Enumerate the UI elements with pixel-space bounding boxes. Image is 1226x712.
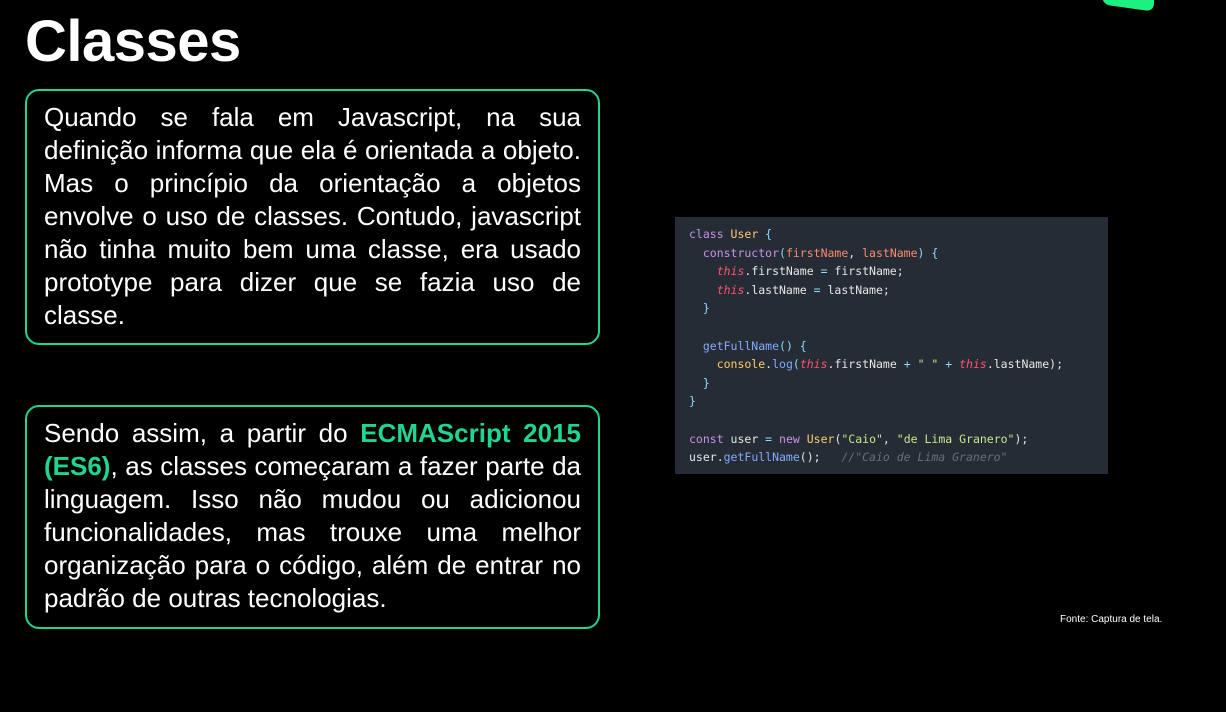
code-token: } [689, 301, 710, 316]
code-line: getFullName() { [689, 337, 1108, 356]
code-token: = [820, 264, 835, 279]
code-token: } [689, 375, 710, 390]
code-screenshot: class User { constructor(firstName, last… [675, 217, 1108, 474]
code-token: this [959, 357, 987, 372]
code-token: ) { [917, 245, 939, 260]
code-line: this.firstName = firstName; [689, 262, 1108, 281]
code-token: this [799, 357, 828, 372]
code-token: .lastName [744, 282, 814, 297]
code-token: .firstName [827, 357, 904, 372]
code-token: , [848, 245, 863, 260]
code-token: console [689, 357, 766, 372]
code-token: + [903, 357, 918, 372]
code-line: constructor(firstName, lastName) { [689, 244, 1108, 263]
code-token: user. [689, 450, 724, 465]
code-token: getFullName [689, 338, 780, 353]
decorative-accent-shape [1102, 0, 1154, 12]
code-token: this [689, 282, 745, 297]
code-token: { [765, 227, 773, 241]
text-part: , as classes começaram a fazer parte da … [44, 451, 581, 613]
code-token: User [806, 431, 835, 446]
code-token: User [730, 227, 766, 241]
code-token: this [689, 264, 745, 279]
code-token: lastName; [827, 282, 890, 297]
text-box-intro: Quando se fala em Javascript, na sua def… [25, 89, 600, 345]
code-token: log [772, 357, 793, 372]
text-box-es6: Sendo assim, a partir do ECMAScript 2015… [25, 405, 600, 629]
slide-title: Classes [25, 9, 241, 74]
code-token: () { [779, 338, 807, 353]
code-token: = [813, 282, 828, 297]
code-line: class User { [689, 225, 1108, 244]
code-token: = [765, 431, 780, 446]
code-token: firstName [785, 245, 849, 260]
code-token: ); [1014, 431, 1029, 446]
code-line: } [689, 299, 1108, 318]
code-token: } [689, 394, 696, 409]
code-token: ( [792, 357, 800, 372]
code-token: .lastName); [986, 357, 1063, 372]
code-token: new [779, 431, 807, 446]
text-part: Sendo assim, a partir do [44, 418, 361, 448]
code-line: } [689, 374, 1108, 393]
code-line: } [689, 392, 1108, 411]
code-token: , [882, 431, 897, 446]
code-token: + [945, 357, 960, 372]
code-line: user.getFullName(); //"Caio de Lima Gran… [689, 448, 1108, 467]
code-token: (); [799, 450, 842, 465]
code-token: firstName; [834, 264, 904, 279]
source-caption: Fonte: Captura de tela. [1060, 614, 1163, 625]
code-token: "Caio" [841, 431, 883, 446]
code-token: ( [779, 245, 786, 260]
code-token: lastName [862, 245, 918, 260]
code-line: console.log(this.firstName + " " + this.… [689, 355, 1108, 374]
code-token: const [689, 431, 731, 446]
code-line: this.lastName = lastName; [689, 281, 1108, 300]
code-token: constructor [689, 245, 780, 260]
code-token: .firstName [744, 264, 821, 279]
code-token: user [730, 431, 766, 446]
code-token: class [689, 227, 731, 241]
code-token: "de Lima Granero" [896, 431, 1015, 446]
code-line: const user = new User("Caio", "de Lima G… [689, 430, 1108, 449]
code-token: getFullName [723, 450, 800, 465]
code-token: //"Caio de Lima Granero" [841, 450, 1008, 465]
code-token: " " [917, 357, 946, 372]
